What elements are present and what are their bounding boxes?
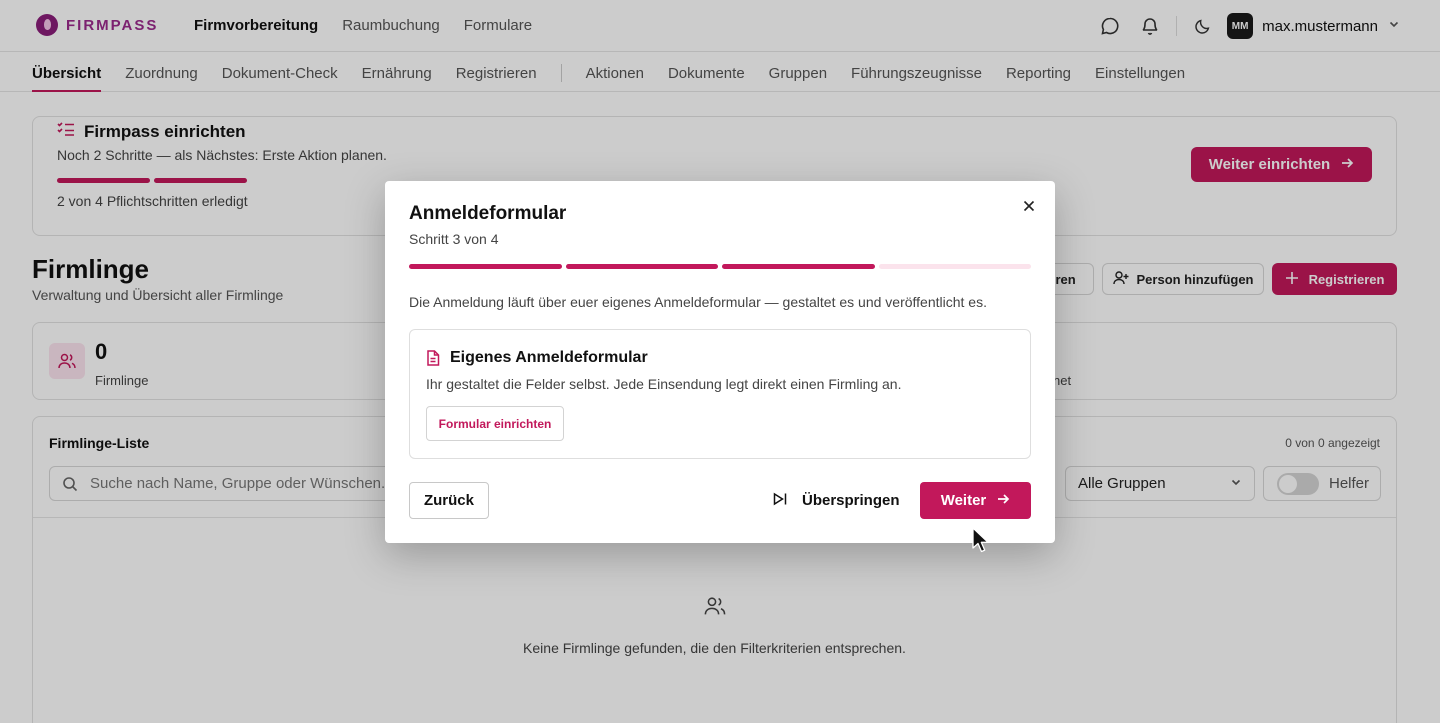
skip-button[interactable]: Überspringen [772, 482, 900, 519]
own-form-option-card: Eigenes Anmeldeformular Ihr gestaltet di… [409, 329, 1031, 459]
setup-form-button[interactable]: Formular einrichten [426, 406, 564, 441]
arrow-right-icon [996, 492, 1010, 510]
mouse-cursor-icon [972, 527, 990, 558]
document-icon [426, 350, 440, 366]
next-label: Weiter [940, 492, 987, 509]
option-description: Ihr gestaltet die Felder selbst. Jede Ei… [426, 376, 902, 392]
dialog-progress-segment [878, 264, 1031, 269]
option-title: Eigenes Anmeldeformular [450, 349, 648, 366]
close-icon[interactable] [1019, 196, 1039, 216]
back-button[interactable]: Zurück [409, 482, 489, 519]
dialog-progress-segment [722, 264, 875, 269]
setup-wizard-dialog: Anmeldeformular Schritt 3 von 4 Die Anme… [385, 181, 1055, 543]
dialog-progress-bar [409, 264, 1031, 269]
dialog-description: Die Anmeldung läuft über euer eigenes An… [409, 294, 987, 310]
dialog-progress-segment [409, 264, 562, 269]
dialog-title: Anmeldeformular [409, 203, 567, 224]
dialog-step-text: Schritt 3 von 4 [409, 231, 499, 247]
next-button[interactable]: Weiter [920, 482, 1031, 519]
skip-forward-icon [772, 491, 788, 511]
option-heading: Eigenes Anmeldeformular [426, 349, 648, 367]
dialog-progress-segment [565, 264, 718, 269]
skip-label: Überspringen [802, 492, 900, 509]
